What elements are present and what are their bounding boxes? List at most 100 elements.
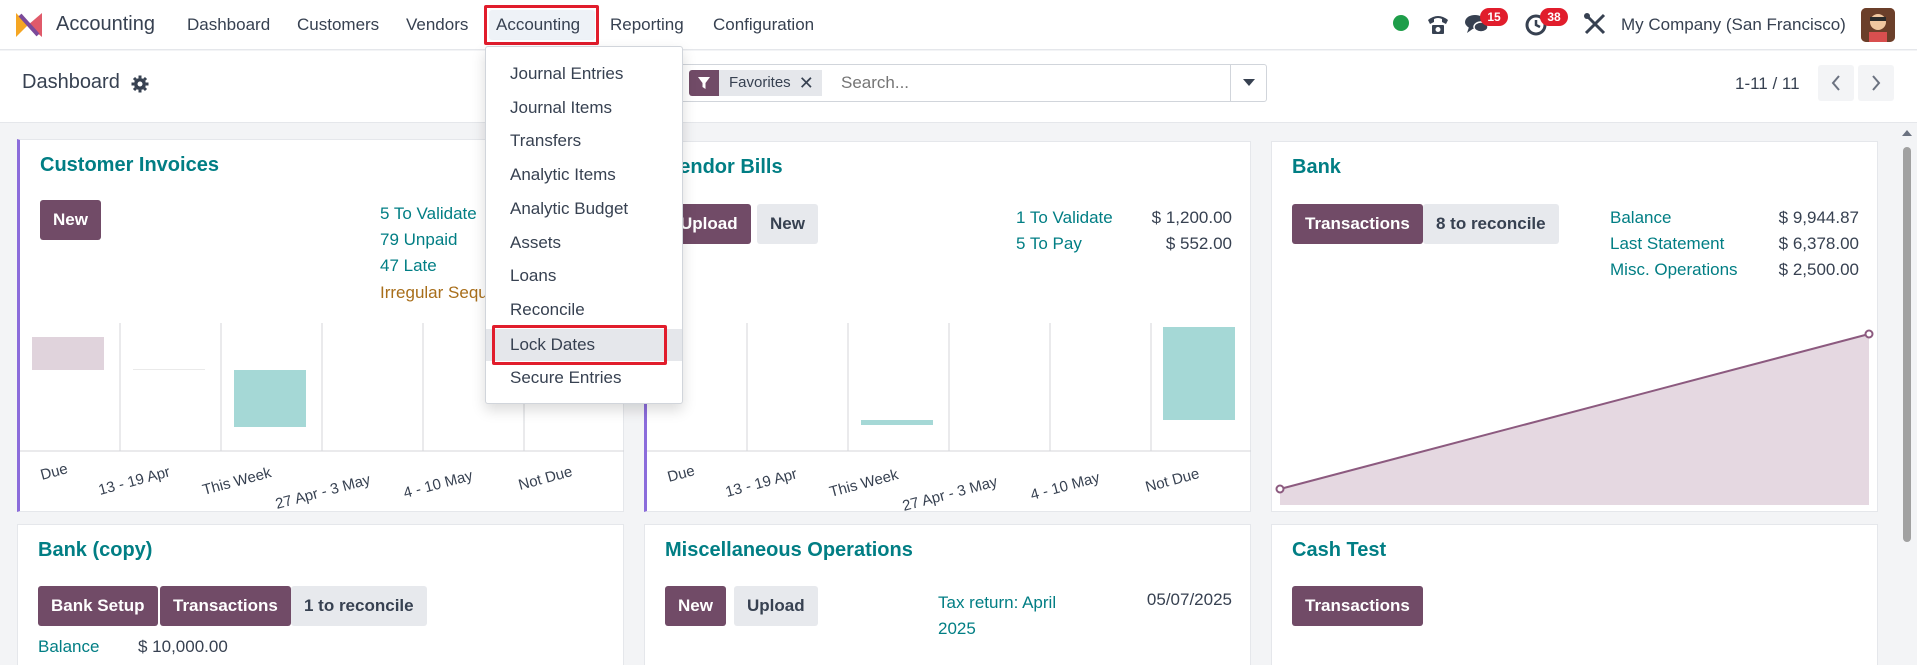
point-end: [1864, 329, 1874, 339]
vendor-bills-chart[interactable]: Due 13 - 19 Apr This Week 27 Apr - 3 May…: [647, 323, 1251, 515]
activities-badge: 38: [1540, 8, 1568, 26]
favorites-facet[interactable]: Favorites ✕: [689, 70, 822, 96]
menu-item-analytic-items[interactable]: Analytic Items: [486, 160, 682, 190]
card-misc-operations: Miscellaneous Operations New Upload Tax …: [644, 524, 1251, 665]
tick-not-due: Not Due: [1144, 465, 1202, 496]
user-avatar[interactable]: [1861, 8, 1895, 42]
tax-return-link[interactable]: Tax return: April 2025: [938, 590, 1088, 642]
app-name[interactable]: Accounting: [56, 13, 155, 36]
menu-customers[interactable]: Customers: [297, 15, 379, 35]
tick-27-apr-3-may: 27 Apr - 3 May: [274, 471, 373, 513]
bank-transactions-button[interactable]: Transactions: [1292, 204, 1423, 244]
tax-return-date: 05/07/2025: [1146, 590, 1232, 609]
balance-amount: $ 10,000.00: [138, 637, 228, 656]
area-fill: [1280, 334, 1869, 505]
menu-configuration[interactable]: Configuration: [713, 15, 814, 35]
card-bank: Bank Transactions 8 to reconcile Balance…: [1271, 141, 1878, 512]
tick-not-due: Not Due: [517, 463, 575, 494]
pager-value[interactable]: 1-11 / 11: [1735, 74, 1800, 94]
card-title[interactable]: Bank: [1292, 156, 1341, 179]
to-validate-link[interactable]: 1 To Validate: [1016, 208, 1113, 228]
misc-new-button[interactable]: New: [665, 586, 726, 626]
search-bar[interactable]: Favorites ✕: [680, 64, 1267, 102]
late-link[interactable]: 47 Late: [380, 256, 437, 276]
point-start: [1275, 484, 1285, 494]
misc-operations-amount: $ 2,500.00: [1778, 260, 1859, 279]
tick-4-10-may: 4 - 10 May: [402, 467, 475, 502]
to-pay-link[interactable]: 5 To Pay: [1016, 234, 1082, 254]
card-title[interactable]: Miscellaneous Operations: [665, 539, 913, 562]
pager-previous-button[interactable]: [1818, 65, 1854, 101]
misc-upload-button[interactable]: Upload: [734, 586, 818, 626]
card-title[interactable]: Vendor Bills: [667, 156, 783, 179]
accounting-dropdown-menu: Journal Entries Journal Items Transfers …: [485, 46, 683, 404]
gear-icon[interactable]: [131, 75, 149, 93]
company-switcher[interactable]: My Company (San Francisco): [1621, 15, 1846, 35]
card-title[interactable]: Customer Invoices: [40, 154, 219, 177]
caret-down-icon: [1242, 79, 1255, 86]
bar-this-week: [234, 370, 306, 427]
menu-item-secure-entries[interactable]: Secure Entries: [486, 363, 682, 393]
search-input[interactable]: [841, 73, 1221, 93]
to-validate-amount: $ 1,200.00: [1151, 208, 1232, 227]
cash-transactions-button[interactable]: Transactions: [1292, 586, 1423, 626]
new-invoice-button[interactable]: New: [40, 200, 101, 240]
tick-27-apr-3-may: 27 Apr - 3 May: [901, 473, 1000, 515]
menu-item-reconcile[interactable]: Reconcile: [486, 295, 682, 325]
bank-setup-button[interactable]: Bank Setup: [38, 586, 158, 626]
chevron-right-icon: [1872, 75, 1881, 91]
last-statement-link[interactable]: Last Statement: [1610, 234, 1724, 254]
card-title[interactable]: Cash Test: [1292, 539, 1386, 562]
menu-vendors[interactable]: Vendors: [406, 15, 468, 35]
debug-tools-icon[interactable]: [1581, 10, 1609, 38]
tick-this-week: This Week: [201, 464, 274, 499]
page-scrollbar[interactable]: [1901, 127, 1913, 665]
bank-reconcile-button[interactable]: 8 to reconcile: [1423, 204, 1559, 244]
balance-link[interactable]: Balance: [38, 637, 99, 657]
scroll-up-icon[interactable]: [1901, 127, 1913, 139]
control-panel: Dashboard Favorites ✕ 1-11 / 11: [0, 51, 1917, 123]
card-cash-test: Cash Test Transactions: [1271, 524, 1878, 665]
misc-operations-link[interactable]: Misc. Operations: [1610, 260, 1738, 280]
bank-copy-transactions-button[interactable]: Transactions: [160, 586, 291, 626]
pager-next-button[interactable]: [1858, 65, 1894, 101]
bank-copy-reconcile-button[interactable]: 1 to reconcile: [291, 586, 427, 626]
bar-this-week: [861, 420, 933, 425]
top-navbar: Accounting Dashboard Customers Vendors A…: [0, 0, 1917, 50]
to-pay-amount: $ 552.00: [1165, 234, 1232, 253]
menu-item-journal-items[interactable]: Journal Items: [486, 93, 682, 123]
page-title: Dashboard: [22, 71, 120, 93]
menu-item-transfers[interactable]: Transfers: [486, 126, 682, 156]
tick-4-10-may: 4 - 10 May: [1029, 469, 1102, 504]
chevron-left-icon: [1831, 75, 1840, 91]
card-title[interactable]: Bank (copy): [38, 539, 152, 562]
balance-link[interactable]: Balance: [1610, 208, 1671, 228]
menu-accounting-highlight-box: [484, 5, 599, 45]
search-options-toggle[interactable]: [1230, 65, 1266, 101]
unpaid-link[interactable]: 79 Unpaid: [380, 230, 458, 250]
lock-dates-highlight-box: [492, 325, 667, 365]
menu-item-journal-entries[interactable]: Journal Entries: [486, 59, 682, 89]
irregular-sequence-link[interactable]: Irregular Sequ: [380, 283, 488, 303]
messages-badge: 15: [1480, 8, 1508, 26]
menu-item-analytic-budget[interactable]: Analytic Budget: [486, 194, 682, 224]
last-statement-amount: $ 6,378.00: [1778, 234, 1859, 253]
to-validate-link[interactable]: 5 To Validate: [380, 204, 477, 224]
new-bill-button[interactable]: New: [757, 204, 818, 244]
tick-13-19-apr: 13 - 19 Apr: [97, 463, 172, 498]
tick-due: Due: [666, 462, 697, 486]
bar-13-19-apr: [133, 369, 205, 370]
phone-icon[interactable]: [1424, 10, 1452, 38]
facet-label: Favorites: [719, 70, 799, 96]
facet-remove-icon[interactable]: ✕: [798, 70, 822, 96]
scroll-thumb[interactable]: [1903, 147, 1911, 542]
menu-item-loans[interactable]: Loans: [486, 261, 682, 291]
accounting-app-icon[interactable]: [14, 11, 44, 39]
user-avatar-icon: [1861, 8, 1895, 42]
bar-due: [32, 337, 104, 370]
card-bank-copy: Bank (copy) Bank Setup Transactions 1 to…: [17, 524, 624, 665]
menu-item-assets[interactable]: Assets: [486, 228, 682, 258]
bank-balance-chart[interactable]: [1272, 322, 1876, 512]
menu-reporting[interactable]: Reporting: [610, 15, 684, 35]
menu-dashboard[interactable]: Dashboard: [187, 15, 270, 35]
